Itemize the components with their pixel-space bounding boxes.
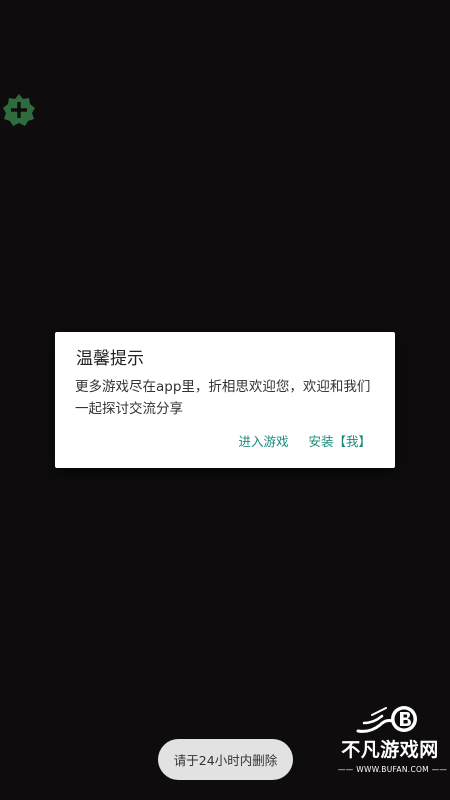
toast-message: 请于24小时内删除 <box>158 739 293 780</box>
bufan-logo-icon <box>356 706 417 733</box>
dialog-message: 更多游戏尽在app里，折相思欢迎您，欢迎和我们一起探讨交流分享 <box>75 379 371 417</box>
plus-gear-icon <box>3 94 35 126</box>
install-button[interactable]: 安装【我】 <box>308 433 371 451</box>
tip-dialog: 温馨提示 更多游戏尽在app里，折相思欢迎您，欢迎和我们一起探讨交流分享 进入游… <box>55 332 395 468</box>
floating-plus-button[interactable] <box>2 93 36 127</box>
site-watermark: 不凡游戏网 —— WWW.BUFAN.COM —— <box>338 703 448 779</box>
watermark-site-url: —— WWW.BUFAN.COM —— <box>338 765 448 774</box>
dialog-actions: 进入游戏 安装【我】 <box>238 433 371 451</box>
enter-game-button[interactable]: 进入游戏 <box>238 433 288 451</box>
watermark-site-name: 不凡游戏网 <box>341 739 439 761</box>
dialog-title: 温馨提示 <box>76 349 144 369</box>
app-screen: 温馨提示 更多游戏尽在app里，折相思欢迎您，欢迎和我们一起探讨交流分享 进入游… <box>0 0 450 800</box>
